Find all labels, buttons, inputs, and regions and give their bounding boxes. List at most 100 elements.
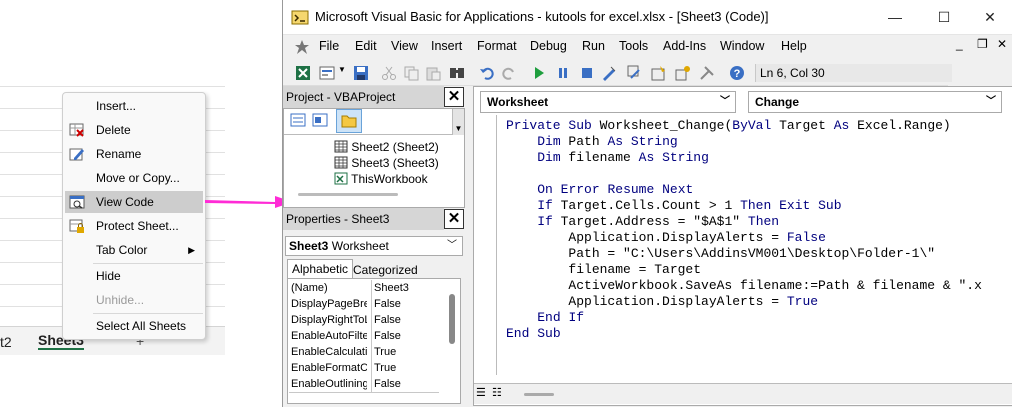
code-line: Path = "C:\Users\AddinsVM001\Desktop\Fol… [506,246,936,261]
tab-alphabetic[interactable]: Alphabetic [287,259,354,278]
menu-item-move-or-copy[interactable]: Move or Copy... [65,167,203,189]
menu-item-rename[interactable]: Rename [65,143,203,165]
property-row[interactable]: EnableFormatCo True [289,360,439,377]
inner-restore-button[interactable]: ❐ [977,37,988,51]
property-row[interactable]: EnableOutlining False [289,376,439,393]
procedure-selector-value: Change [755,95,800,109]
chevron-down-icon: ﹀ [986,96,996,107]
run-icon[interactable] [531,65,547,81]
property-value: True [371,360,438,376]
menu-item-select-all-sheets[interactable]: Select All Sheets [65,315,203,337]
menu-run[interactable]: Run [582,39,605,53]
project-explorer: ▼ Sheet2 (Sheet2) Sheet3 (Sheet3) ThisWo… [283,108,465,208]
menu-item-view-code[interactable]: View Code [65,191,203,213]
full-module-view-icon[interactable]: ☷ [492,386,502,399]
sheet-tab-sheet2[interactable]: t2 [0,334,12,350]
redo-icon[interactable] [501,65,517,81]
property-key: EnableAutoFilter [291,330,367,342]
property-row[interactable]: DisplayPageBrea False [289,296,439,313]
property-row[interactable]: (Name) Sheet3 [289,280,439,297]
submenu-arrow-icon: ▶ [188,245,195,255]
dropdown-arrow-icon[interactable]: ▼ [338,65,346,74]
project-hscroll-thumb[interactable] [298,193,398,196]
tree-item-sheet3[interactable]: Sheet3 (Sheet3) [334,156,439,170]
protect-sheet-icon [69,219,84,233]
project-panel-close-button[interactable]: ✕ [444,87,464,107]
reset-icon[interactable] [579,65,595,81]
undo-icon[interactable] [479,65,495,81]
menu-file[interactable]: File [319,39,339,53]
inner-close-button[interactable]: ✕ [997,37,1007,51]
menu-add-ins[interactable]: Add-Ins [663,39,706,53]
menu-item-label: Delete [96,123,131,137]
copy-icon[interactable] [403,65,419,81]
break-icon[interactable] [555,65,571,81]
code-line: Application.DisplayAlerts = True [506,294,819,309]
procedure-selector[interactable]: Change ﹀ [748,91,1002,113]
menu-edit[interactable]: Edit [355,39,377,53]
toggle-folders-button[interactable] [336,109,362,133]
object-selector[interactable]: Worksheet ﹀ [480,91,736,113]
cut-icon[interactable] [381,65,397,81]
tab-categorized[interactable]: Categorized [349,261,422,279]
menu-item-label: Select All Sheets [96,319,187,333]
code-line: If Target.Address = "$A$1" Then [537,214,780,229]
menu-item-hide[interactable]: Hide [65,265,203,287]
vba-project-icon [295,40,309,54]
tree-item-label: Sheet3 (Sheet3) [351,156,439,170]
object-dropdown[interactable]: Sheet3 Worksheet ﹀ [285,236,463,256]
help-icon[interactable]: ? [729,65,745,81]
menu-item-label: Unhide... [96,293,145,307]
close-button[interactable]: ✕ [973,5,1007,29]
menu-item-label: Rename [96,147,142,161]
property-scrollbar-thumb[interactable] [449,294,455,344]
menu-item-protect-sheet[interactable]: Protect Sheet... [65,215,203,237]
tree-item-thisworkbook[interactable]: ThisWorkbook [334,172,428,186]
menu-insert[interactable]: Insert [431,39,462,53]
tree-item-sheet2[interactable]: Sheet2 (Sheet2) [334,140,439,154]
menu-window[interactable]: Window [720,39,764,53]
menu-view[interactable]: View [391,39,418,53]
object-browser-icon[interactable] [675,65,691,81]
code-hscroll-thumb[interactable] [524,393,554,396]
paste-icon[interactable] [425,65,441,81]
view-code-toolbar-icon[interactable] [290,113,306,127]
minimize-button[interactable]: — [878,5,912,29]
property-row[interactable]: EnableAutoFilter False [289,328,439,345]
code-margin[interactable] [474,115,497,375]
insert-module-icon[interactable] [319,65,335,81]
properties-panel-close-button[interactable]: ✕ [444,209,464,229]
inner-minimize-button[interactable]: _ [956,37,963,51]
menu-debug[interactable]: Debug [530,39,567,53]
property-value: True [371,344,438,360]
view-object-icon[interactable] [312,113,328,127]
property-row[interactable]: DisplayRightToL False [289,312,439,329]
menu-format[interactable]: Format [477,39,517,53]
property-value: False [371,312,438,328]
menu-item-label: Tab Color [96,243,148,257]
code-editor[interactable]: Private Sub Worksheet_Change(ByVal Targe… [506,118,982,342]
toolbox-icon[interactable] [699,65,715,81]
menu-item-insert[interactable]: Insert... [65,95,203,117]
project-explorer-icon[interactable] [627,65,643,81]
project-scrollbar[interactable]: ▼ [452,109,464,135]
menu-help[interactable]: Help [781,39,807,53]
code-line: filename = Target [506,262,702,277]
worksheet-icon [334,156,348,169]
properties-window-icon[interactable] [651,65,667,81]
excel-view-icon[interactable] [295,65,311,81]
menu-item-tab-color[interactable]: Tab Color ▶ [65,239,203,261]
save-icon[interactable] [353,65,369,81]
menu-tools[interactable]: Tools [619,39,648,53]
menu-item-label: Insert... [96,99,137,113]
find-icon[interactable] [449,65,465,81]
maximize-button[interactable]: ☐ [927,5,961,29]
design-mode-icon[interactable] [601,65,617,81]
chevron-down-icon: ﹀ [720,96,730,107]
property-value: Sheet3 [371,280,438,296]
property-row[interactable]: EnableCalculatio True [289,344,439,361]
procedure-view-icon[interactable]: ☰ [476,386,486,399]
divider [284,134,452,135]
menu-item-delete[interactable]: Delete [65,119,203,141]
code-line: Dim Path As String [537,134,678,149]
